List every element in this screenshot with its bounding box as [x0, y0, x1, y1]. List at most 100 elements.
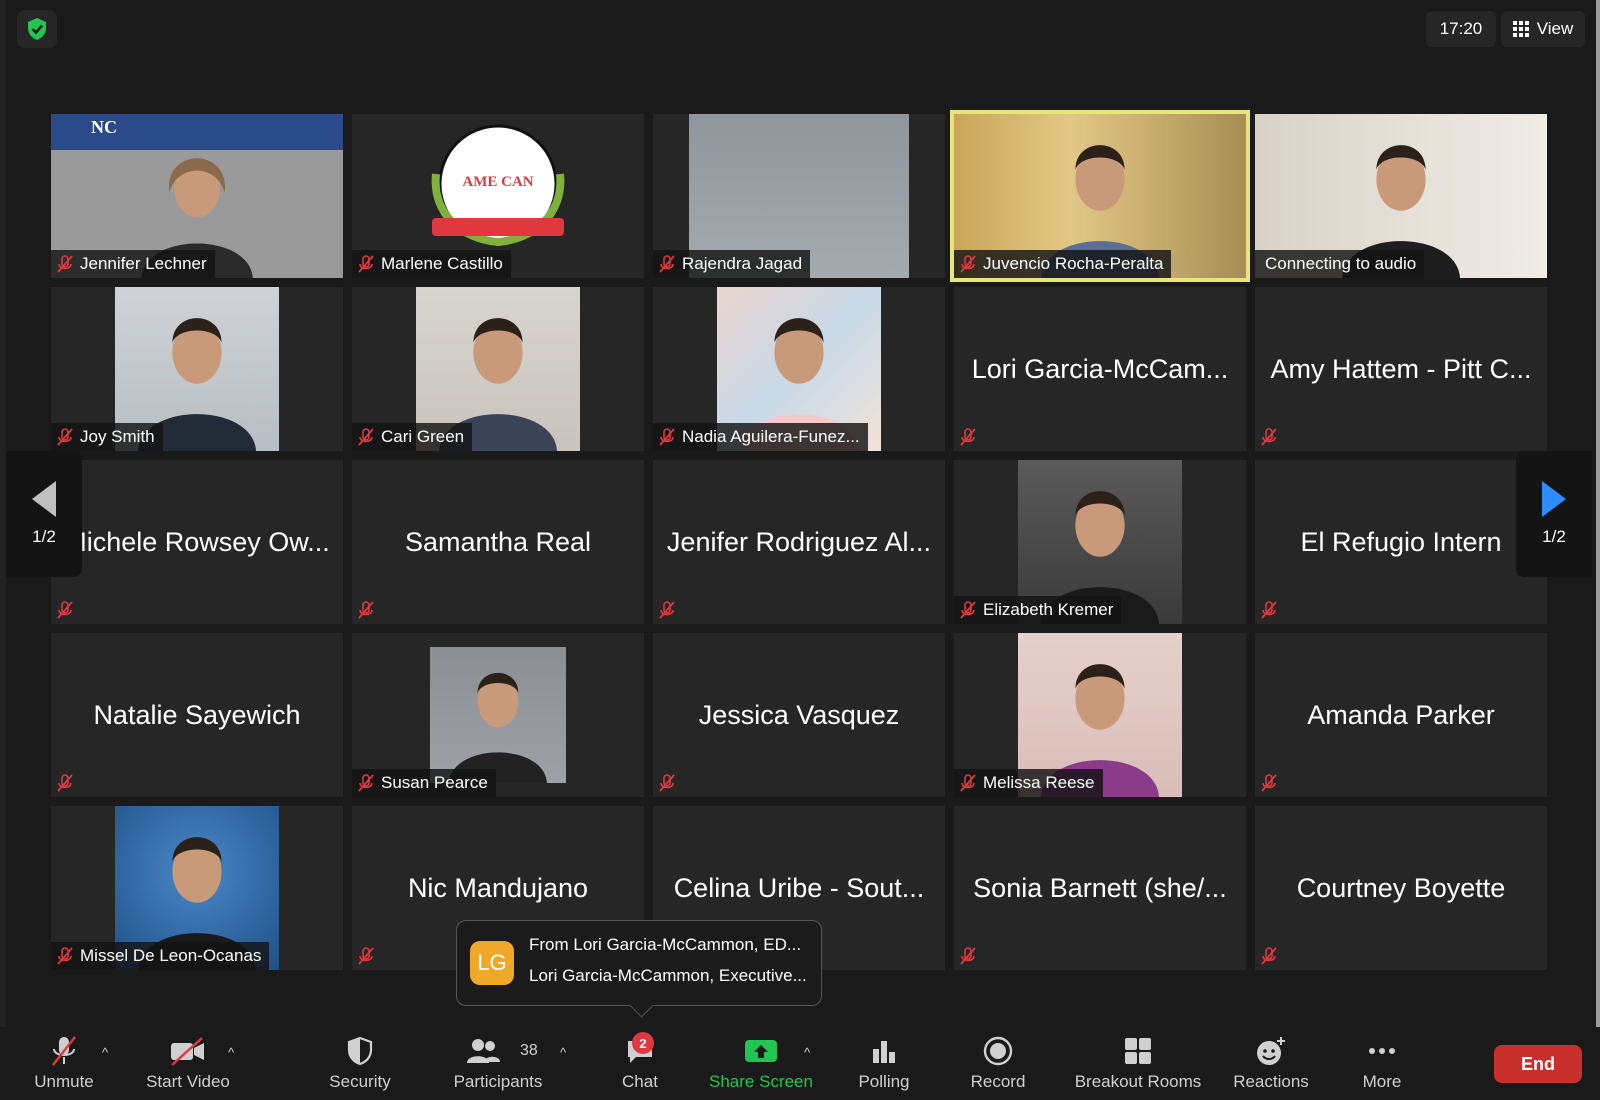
participant-tile[interactable]: Michele Rowsey Ow... — [51, 460, 343, 624]
participant-name-label: Susan Pearce — [352, 769, 496, 797]
participant-tile[interactable]: Jenifer Rodriguez Al... — [653, 460, 945, 624]
next-page-button[interactable]: 1/2 — [1516, 451, 1592, 577]
page-indicator-left: 1/2 — [32, 527, 56, 546]
chat-notification-message: Lori Garcia-McCammon, Executive... — [529, 966, 807, 985]
muted-microphone-icon — [356, 773, 376, 793]
breakout-rooms-button[interactable]: Breakout Rooms — [1070, 1027, 1206, 1100]
participant-name-label: Elizabeth Kremer — [954, 596, 1122, 624]
previous-page-button[interactable]: 1/2 — [6, 451, 82, 577]
meeting-clock: 17:20 — [1426, 11, 1496, 47]
muted-microphone-icon — [657, 254, 677, 274]
participant-name-label: Melissa Reese — [954, 769, 1103, 797]
participant-name: Connecting to audio — [1265, 254, 1417, 273]
share-options-chevron-up-icon[interactable]: ^ — [804, 1045, 810, 1060]
security-label: Security — [329, 1072, 391, 1091]
start-video-label: Start Video — [146, 1072, 230, 1091]
participant-name: Joy Smith — [80, 427, 155, 446]
muted-microphone-icon — [958, 600, 978, 620]
participant-tile[interactable]: AME CAN Marlene Castillo — [352, 114, 644, 278]
muted-microphone-icon — [55, 946, 75, 966]
chat-button[interactable]: 2 Chat — [608, 1027, 672, 1100]
smiley-plus-icon — [1257, 1037, 1285, 1065]
participant-tile[interactable]: Juvencio Rocha-Peralta — [950, 110, 1250, 282]
muted-microphone-icon — [356, 946, 376, 966]
polling-button[interactable]: Polling — [848, 1027, 920, 1100]
grid-view-icon — [1512, 21, 1529, 37]
participant-display-name: Jessica Vasquez — [698, 699, 900, 730]
muted-microphone-icon — [356, 254, 376, 274]
arrow-right-icon — [1542, 481, 1566, 517]
participant-name: Melissa Reese — [983, 773, 1095, 792]
more-button[interactable]: More — [1346, 1027, 1418, 1100]
muted-microphone-icon — [55, 427, 75, 447]
shield-check-icon — [28, 18, 46, 40]
shield-icon — [347, 1036, 373, 1066]
security-button[interactable]: Security — [318, 1027, 402, 1100]
muted-microphone-icon — [55, 600, 75, 620]
page-indicator-right: 1/2 — [1542, 527, 1566, 546]
participant-name-label: Rajendra Jagad — [653, 250, 811, 278]
share-screen-button[interactable]: Share Screen — [704, 1027, 818, 1100]
view-button[interactable]: View — [1501, 11, 1585, 47]
participant-tile[interactable]: Courtney Boyette — [1255, 806, 1547, 970]
end-meeting-button[interactable]: End — [1494, 1045, 1582, 1083]
video-options-chevron-up-icon[interactable]: ^ — [228, 1045, 234, 1060]
polling-label: Polling — [858, 1072, 910, 1091]
participant-tile[interactable]: NC Jennifer Lechner — [51, 114, 343, 278]
muted-microphone-icon — [1259, 600, 1279, 620]
unmute-button[interactable]: Unmute — [22, 1027, 106, 1100]
record-icon — [983, 1036, 1013, 1066]
audio-options-chevron-up-icon[interactable]: ^ — [102, 1045, 108, 1060]
participant-name-label: Connecting to audio — [1255, 250, 1425, 278]
participant-tile[interactable]: Connecting to audio — [1255, 114, 1547, 278]
start-video-button[interactable]: Start Video — [138, 1027, 238, 1100]
reactions-button[interactable]: Reactions — [1228, 1027, 1314, 1100]
participant-tile[interactable]: Susan Pearce — [352, 633, 644, 797]
encryption-shield-button[interactable] — [17, 10, 57, 48]
participant-display-name: Amanda Parker — [1307, 699, 1495, 730]
reactions-label: Reactions — [1233, 1072, 1309, 1091]
participant-display-name: Natalie Sayewich — [93, 699, 301, 730]
participant-display-name: Amy Hattem - Pitt C... — [1270, 353, 1532, 384]
chat-notification[interactable]: LG From Lori Garcia-McCammon, ED... Lori… — [456, 920, 822, 1006]
record-button[interactable]: Record — [960, 1027, 1036, 1100]
muted-microphone-icon — [1259, 946, 1279, 966]
participant-tile[interactable]: Joy Smith — [51, 287, 343, 451]
muted-microphone-icon — [657, 427, 677, 447]
participant-name: Nadia Aguilera-Funez... — [682, 427, 860, 446]
participant-tile[interactable]: Nadia Aguilera-Funez... — [653, 287, 945, 451]
participant-name: Missel De Leon-Ocanas — [80, 946, 262, 965]
participant-tile[interactable]: El Refugio Intern — [1255, 460, 1547, 624]
participant-display-name: Samantha Real — [404, 526, 592, 557]
window-right-edge — [1596, 0, 1600, 1100]
share-screen-arrow-icon — [745, 1040, 777, 1062]
participant-tile[interactable]: Samantha Real — [352, 460, 644, 624]
participants-icon — [467, 1039, 500, 1063]
participants-options-chevron-up-icon[interactable]: ^ — [560, 1045, 566, 1060]
avatar: LG — [470, 941, 514, 985]
participant-tile[interactable]: Cari Green — [352, 287, 644, 451]
participant-tile[interactable]: Amy Hattem - Pitt C... — [1255, 287, 1547, 451]
participant-tile[interactable]: Missel De Leon-Ocanas — [51, 806, 343, 970]
muted-microphone-icon — [1259, 773, 1279, 793]
participant-tile[interactable]: Sonia Barnett (she/... — [954, 806, 1246, 970]
participant-name: Juvencio Rocha-Peralta — [983, 254, 1164, 273]
participant-tile[interactable]: Melissa Reese — [954, 633, 1246, 797]
participant-tile[interactable]: Rajendra Jagad — [653, 114, 945, 278]
participant-name: Rajendra Jagad — [682, 254, 803, 273]
arrow-left-icon — [32, 481, 56, 517]
participant-tile[interactable]: Jessica Vasquez — [653, 633, 945, 797]
participant-tile[interactable]: Amanda Parker — [1255, 633, 1547, 797]
participant-name-label: Jennifer Lechner — [51, 250, 215, 278]
participant-tile[interactable]: Elizabeth Kremer — [954, 460, 1246, 624]
participant-name-label: Cari Green — [352, 423, 473, 451]
participant-tile[interactable]: Lori Garcia-McCam... — [954, 287, 1246, 451]
muted-microphone-icon — [356, 600, 376, 620]
participants-button[interactable]: Participants 38 — [448, 1027, 548, 1100]
share-screen-label: Share Screen — [709, 1072, 813, 1091]
participant-tile[interactable]: Natalie Sayewich — [51, 633, 343, 797]
muted-microphone-icon — [657, 773, 677, 793]
participant-display-name: Jenifer Rodriguez Al... — [666, 526, 932, 557]
muted-microphone-icon — [1259, 427, 1279, 447]
participant-display-name: Michele Rowsey Ow... — [64, 526, 330, 557]
